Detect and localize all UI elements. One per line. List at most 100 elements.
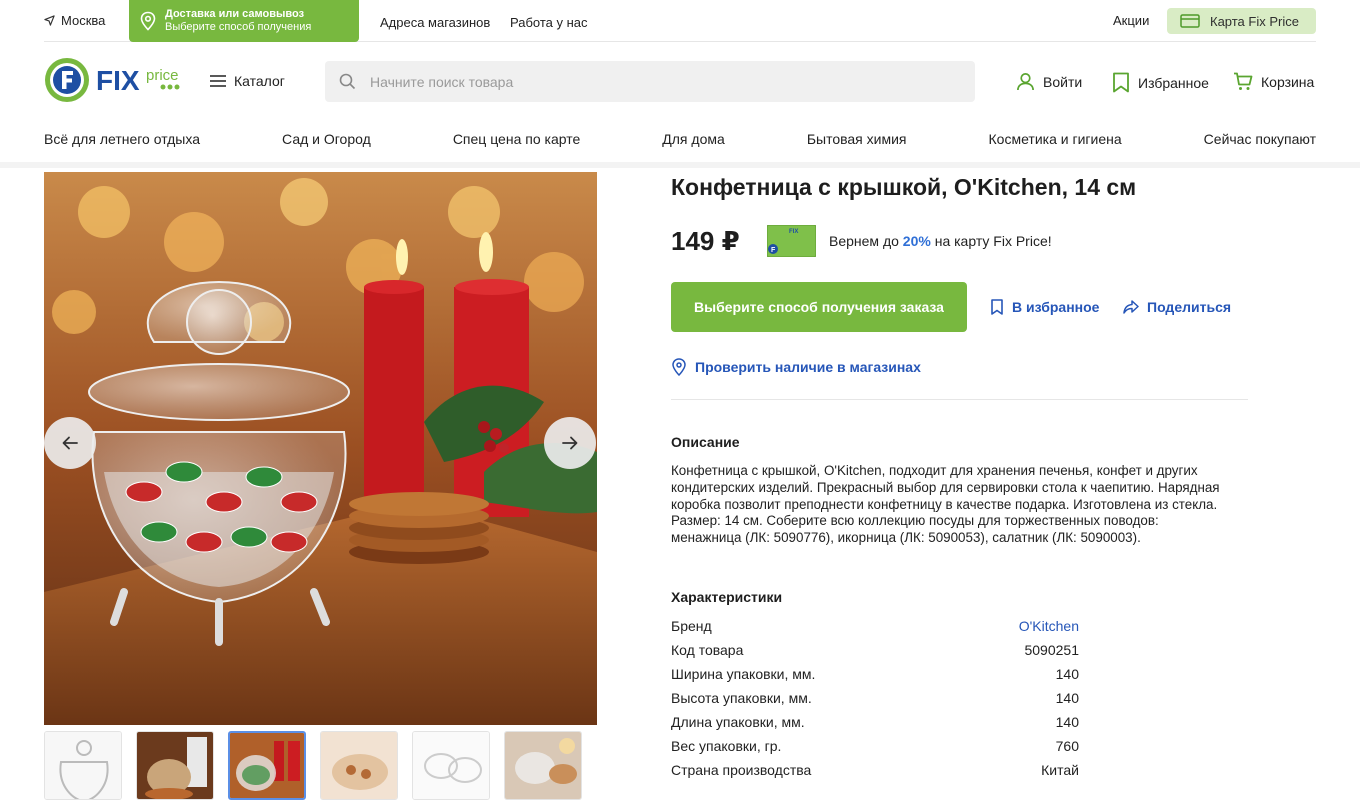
characteristic-row: Страна производства Китай — [671, 762, 1079, 786]
category-summer-rest[interactable]: Всё для летнего отдыха — [44, 131, 200, 147]
map-pin-icon — [672, 358, 686, 376]
thumbnail[interactable] — [44, 731, 122, 800]
section-divider — [671, 399, 1248, 400]
fix-price-card-label: Карта Fix Price — [1210, 13, 1299, 29]
characteristic-label: Страна производства — [671, 762, 812, 778]
product-price: 149 ₽ — [671, 226, 740, 256]
thumbnail[interactable] — [320, 731, 398, 800]
characteristic-value: 5090251 — [1024, 642, 1079, 658]
gallery-prev-button[interactable] — [44, 417, 96, 469]
characteristic-value: 140 — [1055, 666, 1079, 682]
svg-text:FIX: FIX — [96, 65, 140, 96]
catalog-label: Каталог — [234, 73, 285, 89]
location-arrow-icon — [44, 15, 55, 26]
card-icon — [1180, 14, 1200, 28]
category-nav: Всё для летнего отдыха Сад и Огород Спец… — [44, 131, 1316, 147]
login-button[interactable]: Войти — [1016, 72, 1082, 91]
careers-link[interactable]: Работа у нас — [510, 15, 588, 30]
fix-price-logo[interactable]: FIX price — [44, 56, 189, 104]
svg-text:F: F — [771, 247, 776, 254]
cashback-prefix: Вернем до — [829, 233, 903, 249]
characteristic-label: Высота упаковки, мм. — [671, 690, 812, 706]
characteristic-row: Бренд O'Kitchen — [671, 618, 1079, 642]
thumbnail[interactable] — [504, 731, 582, 800]
characteristic-row: Вес упаковки, гр. 760 — [671, 738, 1079, 762]
characteristic-row: Ширина упаковки, мм. 140 — [671, 666, 1079, 690]
gallery-next-button[interactable] — [544, 417, 596, 469]
brand-link[interactable]: O'Kitchen — [1019, 618, 1079, 642]
fix-price-card-image: F FIX — [766, 224, 817, 258]
thumbnail-active[interactable] — [228, 731, 306, 800]
thumbnail[interactable] — [136, 731, 214, 800]
search-input[interactable] — [370, 73, 930, 90]
hamburger-icon — [210, 75, 226, 87]
category-card-price[interactable]: Спец цена по карте — [453, 131, 580, 147]
characteristic-label: Код товара — [671, 642, 744, 658]
category-garden[interactable]: Сад и Огород — [282, 131, 371, 147]
bookmark-icon — [1113, 72, 1129, 93]
check-availability-label: Проверить наличие в магазинах — [695, 359, 921, 375]
stores-addresses-link[interactable]: Адреса магазинов — [380, 15, 490, 30]
characteristic-row: Код товара 5090251 — [671, 642, 1079, 666]
login-label: Войти — [1043, 73, 1083, 90]
category-home[interactable]: Для дома — [662, 131, 725, 147]
characteristics-table: Бренд O'Kitchen Код товара 5090251 Ширина … — [671, 618, 1079, 786]
cashback-text: Вернем до 20% на карту Fix Price! — [829, 233, 1052, 249]
category-popular[interactable]: Сейчас покупают — [1204, 131, 1316, 147]
cart-icon — [1234, 72, 1253, 90]
thumbnail-image — [321, 732, 397, 799]
svg-text:price: price — [146, 67, 179, 84]
characteristic-value: 140 — [1055, 690, 1079, 706]
characteristic-value: 140 — [1055, 714, 1079, 730]
cart-label: Корзина — [1261, 73, 1315, 90]
fix-price-logo-graphic: FIX price — [45, 58, 180, 102]
promo-link[interactable]: Акции — [1113, 13, 1149, 28]
city-label: Москва — [61, 13, 106, 28]
characteristic-label: Длина упаковки, мм. — [671, 714, 805, 730]
share-link[interactable]: Поделиться — [1123, 299, 1231, 315]
arrow-left-icon — [62, 436, 78, 450]
header-divider — [0, 162, 1360, 168]
city-selector[interactable]: Москва — [44, 13, 105, 28]
category-cosmetics[interactable]: Косметика и гигиена — [989, 131, 1122, 147]
catalog-button[interactable]: Каталог — [210, 73, 285, 89]
thumbnail-image — [137, 732, 213, 799]
top-bar: Москва Доставка или самовывоз Выберите с… — [44, 0, 1316, 42]
characteristic-value: 760 — [1055, 738, 1079, 754]
characteristic-row: Длина упаковки, мм. 140 — [671, 714, 1079, 738]
characteristic-value: Китай — [1041, 762, 1079, 778]
fix-price-card-graphic: F FIX — [766, 224, 817, 258]
characteristic-row: Высота упаковки, мм. 140 — [671, 690, 1079, 714]
characteristics-heading: Характеристики — [671, 589, 783, 605]
thumbnail-image — [505, 732, 581, 799]
share-icon — [1123, 300, 1139, 314]
characteristic-label: Ширина упаковки, мм. — [671, 666, 816, 682]
thumbnail-image — [45, 732, 121, 799]
svg-text:FIX: FIX — [789, 229, 798, 235]
favorites-button[interactable]: Избранное — [1112, 72, 1209, 93]
product-main-image — [44, 172, 597, 725]
thumbnail[interactable] — [412, 731, 490, 800]
category-chemicals[interactable]: Бытовая химия — [807, 131, 907, 147]
add-to-favorites-label: В избранное — [1012, 299, 1100, 315]
gallery-thumbnails — [44, 731, 582, 800]
thumbnail-image — [230, 733, 304, 798]
user-icon — [1017, 73, 1034, 91]
check-availability-link[interactable]: Проверить наличие в магазинах — [671, 358, 921, 376]
characteristic-label: Вес упаковки, гр. — [671, 738, 782, 754]
search-bar — [325, 61, 975, 102]
delivery-subtitle: Выберите способ получения — [165, 21, 312, 33]
select-delivery-method-button[interactable]: Выберите способ получения заказа — [671, 282, 967, 332]
delivery-selector[interactable]: Доставка или самовывоз Выберите способ п… — [129, 0, 359, 42]
favorites-label: Избранное — [1138, 74, 1209, 91]
add-to-favorites-link[interactable]: В избранное — [990, 299, 1099, 315]
delivery-title: Доставка или самовывоз — [165, 8, 305, 20]
arrow-right-icon — [562, 436, 578, 450]
share-label: Поделиться — [1147, 299, 1232, 315]
fix-price-card-button[interactable]: Карта Fix Price — [1167, 8, 1316, 34]
product-photo — [44, 172, 597, 725]
search-icon — [339, 73, 356, 90]
bookmark-icon — [991, 299, 1003, 315]
description-heading: Описание — [671, 434, 740, 450]
cart-button[interactable]: Корзина — [1233, 72, 1314, 91]
